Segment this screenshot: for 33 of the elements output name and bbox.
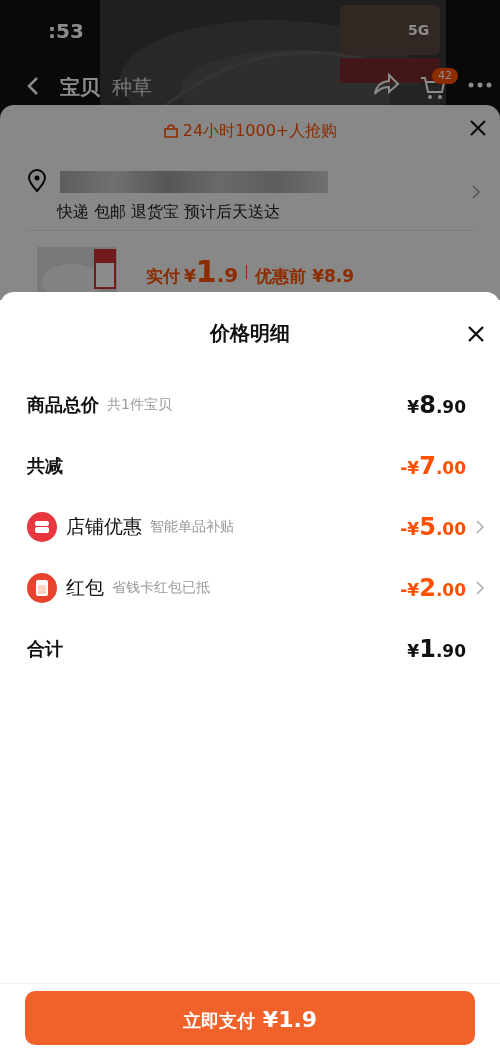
nav-tab[interactable]: 宝贝 (60, 72, 100, 102)
share-icon[interactable] (372, 72, 400, 96)
status-time: :53 (48, 18, 84, 45)
network-label: 5G (408, 21, 430, 40)
bag-icon (162, 123, 179, 139)
paid-price: ¥1.9 (184, 253, 239, 291)
more-icon[interactable] (468, 82, 492, 88)
sheet-title: 价格明细 (210, 320, 290, 347)
row-note: 省钱卡红包已抵 (112, 578, 210, 597)
delivery-info: 快递 包邮 退货宝 预计后天送达 (57, 201, 281, 223)
close-icon[interactable] (467, 325, 485, 343)
row-amount: -¥7.00 (400, 450, 466, 482)
banner-text: 24小时1000+人抢购 (182, 120, 338, 142)
row-amount: -¥5.00 (400, 511, 466, 543)
nav-tab[interactable]: 种草 (112, 72, 152, 102)
row-note: 共1件宝贝 (107, 395, 172, 414)
row-label: 店铺优惠 (66, 514, 142, 540)
row-amount: ¥8.90 (407, 389, 466, 421)
row-amount: -¥2.00 (400, 572, 466, 604)
shop-icon (27, 511, 57, 542)
row-amount: ¥1.90 (407, 633, 466, 665)
row-note: 智能单品补贴 (150, 517, 234, 536)
envelope-icon (27, 572, 57, 603)
original-price: 优惠前 ¥8.9 (255, 265, 355, 288)
cart-badge: 42 (432, 68, 458, 84)
row-label: 合计 (27, 637, 63, 661)
row-label: 共减 (27, 454, 63, 478)
paid-label: 实付 (146, 265, 180, 288)
location-icon (27, 169, 47, 193)
row-label: 商品总价 (27, 393, 99, 417)
pay-button[interactable]: 立即支付 ¥1.9 (25, 991, 475, 1045)
back-icon[interactable] (26, 76, 40, 96)
row-label: 红包 (66, 575, 104, 601)
